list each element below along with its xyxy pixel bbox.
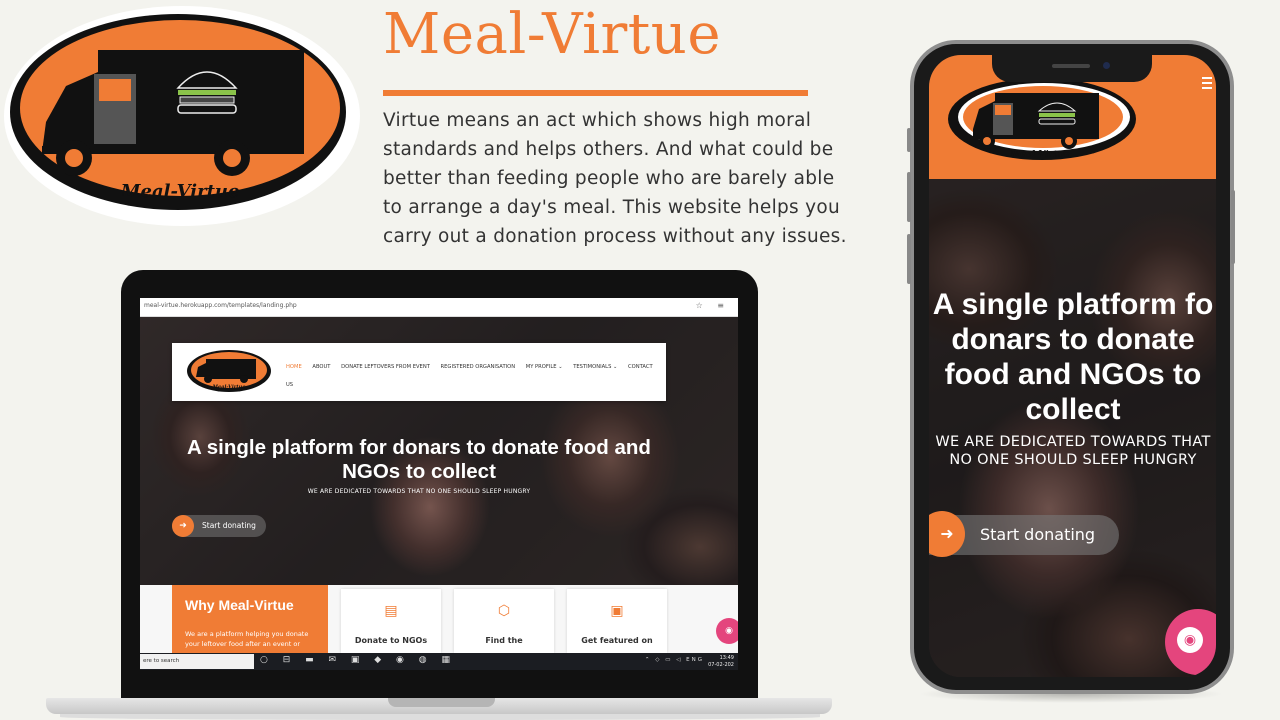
hero-title: A single platform for donars to donate f… [187,436,651,483]
windows-taskbar: ere to search ○ ⊟ ▬ ✉ ▣ ◆ ◉ ◍ ▦ ⌃ ◇ ▭ ◁ … [140,653,738,670]
clock-date: 07-02-202 [708,661,734,668]
features-section: Why Meal-Virtue We are a platform helpin… [140,585,738,653]
browser-toolbar-icons[interactable]: ☆ ≡ [696,301,730,310]
hero-section: Meal-Virtue HOME ABOUT DONATE LEFTOVERS … [140,317,738,585]
taskbar-search[interactable]: ere to search [140,654,254,669]
browser-address-bar[interactable]: meal-virtue.herokuapp.com/templates/land… [140,298,738,317]
arrow-right-icon: ➜ [929,511,965,557]
phone-power-button [1231,190,1235,264]
feature-card[interactable]: ▤ Donate to NGOs [341,589,441,653]
phone-logo[interactable]: Meal-Virtue [947,77,1137,161]
hero-subtitle: WE ARE DEDICATED TOWARDS THAT NO ONE SHO… [307,488,531,495]
hamburger-menu-icon[interactable] [1202,77,1212,92]
nav-registered-organisation[interactable]: REGISTERED ORGANISATION [441,364,516,370]
phone-volume-up-button [907,172,911,222]
feature-card[interactable]: ▣ Get featured on [567,589,667,653]
why-meal-virtue-box: Why Meal-Virtue We are a platform helpin… [172,585,328,653]
nav-logo[interactable]: Meal-Virtue [186,349,272,393]
phone-speaker [1052,64,1090,68]
nav-donate-leftovers[interactable]: DONATE LEFTOVERS FROM EVENT [341,364,430,370]
title-divider [383,90,808,96]
laptop-screen: meal-virtue.herokuapp.com/templates/land… [140,298,738,670]
page-title: Meal-Virtue [383,2,721,67]
chat-icon: ◉ [1177,627,1203,653]
phone-volume-down-button [907,234,911,284]
system-tray-icons[interactable]: ⌃ ◇ ▭ ◁ ENG [645,657,704,663]
why-text: We are a platform helping you donate you… [185,630,309,648]
nav-my-profile[interactable]: MY PROFILE ⌄ [526,364,563,370]
taskbar-app-icons[interactable]: ○ ⊟ ▬ ✉ ▣ ◆ ◉ ◍ ▦ [260,655,456,665]
taskbar-clock[interactable]: 13:49 07-02-202 [708,655,734,668]
image-icon: ▣ [610,603,624,619]
phone-screen: Meal-Virtue A single platform fo donars … [929,55,1216,677]
feature-card[interactable]: ⬡ Find the [454,589,554,653]
nav-testimonials[interactable]: TESTIMONIALS ⌄ [573,364,617,370]
card-label: Get featured on [581,636,653,645]
logo-text: Meal-Virtue [120,181,240,202]
why-title: Why Meal-Virtue [185,597,294,613]
chat-float-button[interactable]: ◉ [716,618,738,644]
start-donating-button[interactable]: ➜ Start donating [172,515,266,537]
phone-camera [1103,62,1110,69]
card-label: Donate to NGOs [354,636,428,645]
url-text[interactable]: meal-virtue.herokuapp.com/templates/land… [144,302,297,309]
nav-menu: HOME ABOUT DONATE LEFTOVERS FROM EVENT R… [286,358,656,394]
arrow-right-icon: ➜ [172,515,194,537]
hexagon-icon: ⬡ [497,603,511,619]
phone-hero-title: A single platform fo donars to donate fo… [932,288,1214,426]
document-icon: ▤ [384,603,398,619]
phone-start-donating-button[interactable]: ➜ Start donating [929,511,1119,557]
nav-logo-text: Meal-Virtue [211,384,245,390]
description-text: Virtue means an act which shows high mor… [383,110,847,247]
start-donating-label: Start donating [202,521,256,530]
nav-home[interactable]: HOME [286,364,302,370]
phone-hero-subtitle: WE ARE DEDICATED TOWARDS THAT NO ONE SHO… [935,434,1211,468]
phone-start-donating-label: Start donating [980,525,1096,544]
site-navbar: Meal-Virtue HOME ABOUT DONATE LEFTOVERS … [172,343,666,401]
card-label: Find the [485,636,523,645]
tray-language[interactable]: ENG [686,657,704,663]
phone-mute-button [907,128,911,152]
phone-hero: A single platform fo donars to donate fo… [929,179,1216,677]
laptop-shadow [60,714,820,720]
meal-virtue-logo: Meal-Virtue [4,6,360,226]
nav-about[interactable]: ABOUT [312,364,330,370]
phone-logo-text: Meal-Virtue [1009,150,1070,160]
laptop-notch [388,698,495,707]
